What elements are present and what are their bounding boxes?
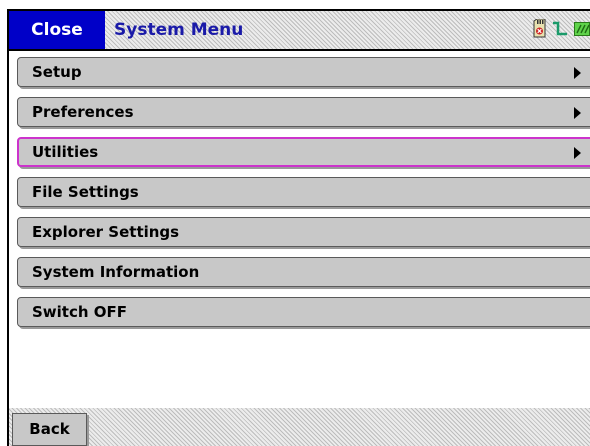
status-icons — [533, 18, 590, 42]
page-title: System Menu — [114, 20, 244, 40]
battery-icon — [574, 21, 590, 40]
menu-item-label: Preferences — [32, 103, 134, 121]
menu-item-utilities[interactable]: Utilities — [17, 137, 590, 167]
menu-item-file-settings[interactable]: File Settings — [17, 177, 590, 207]
system-menu-list: Setup Preferences Utilities File Setting… — [17, 57, 590, 337]
submenu-arrow-icon — [574, 107, 581, 119]
menu-item-label: Utilities — [32, 143, 99, 161]
submenu-arrow-icon — [574, 147, 581, 159]
menu-item-setup[interactable]: Setup — [17, 57, 590, 87]
signal-icon — [552, 20, 568, 40]
submenu-arrow-icon — [574, 67, 581, 79]
back-button[interactable]: Back — [12, 413, 87, 446]
footer-bar: Back — [9, 408, 590, 446]
header-divider — [9, 49, 590, 51]
menu-item-label: File Settings — [32, 183, 139, 201]
menu-item-explorer-settings[interactable]: Explorer Settings — [17, 217, 590, 247]
menu-item-switch-off[interactable]: Switch OFF — [17, 297, 590, 327]
menu-item-system-information[interactable]: System Information — [17, 257, 590, 287]
menu-item-label: Setup — [32, 63, 82, 81]
header-bar: Close System Menu — [9, 11, 590, 49]
sd-card-icon — [533, 18, 546, 42]
menu-item-label: Switch OFF — [32, 303, 128, 321]
menu-item-label: System Information — [32, 263, 200, 281]
menu-item-preferences[interactable]: Preferences — [17, 97, 590, 127]
menu-item-label: Explorer Settings — [32, 223, 180, 241]
system-menu-window: Close System Menu Setup Preferences Util… — [7, 9, 590, 446]
close-button[interactable]: Close — [9, 11, 105, 49]
